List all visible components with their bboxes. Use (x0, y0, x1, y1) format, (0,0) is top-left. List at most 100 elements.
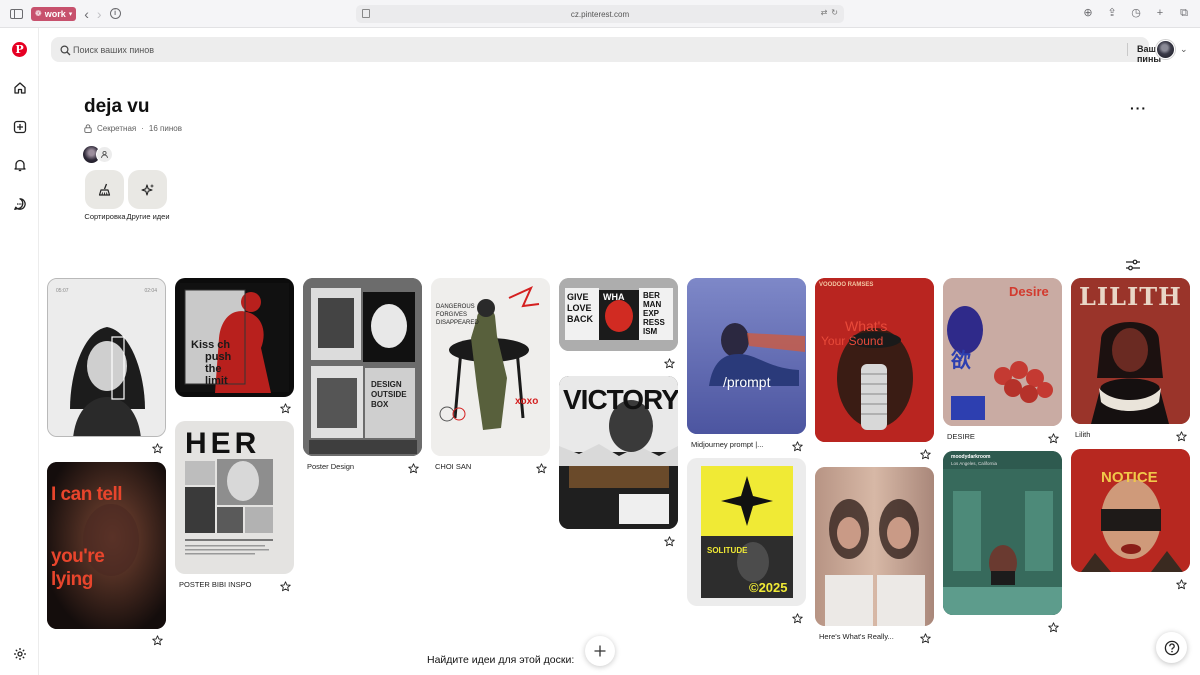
profile-switcher[interactable]: ❁ work ▾ (31, 6, 77, 21)
board-meta: Секретная · 16 пинов (84, 124, 182, 133)
create-icon[interactable] (11, 118, 28, 135)
home-icon[interactable] (11, 79, 28, 96)
pin-text: RESS (643, 318, 665, 327)
help-button[interactable] (1156, 632, 1187, 663)
pin-card[interactable]: Kiss ch push the limit (175, 278, 294, 397)
forward-arrow-icon[interactable]: › (97, 7, 102, 21)
star-icon[interactable] (152, 441, 163, 454)
star-icon[interactable] (1176, 577, 1187, 590)
pin-text: NOTICE (1101, 469, 1158, 486)
settings-gear-icon[interactable] (11, 645, 28, 662)
star-icon[interactable] (1048, 620, 1059, 633)
pin-text: SOLITUDE (707, 546, 748, 555)
pin-image (687, 278, 806, 434)
notifications-bell-icon[interactable] (11, 156, 28, 173)
new-tab-icon[interactable]: + (1154, 7, 1166, 19)
pin-card[interactable]: VICTORY (559, 376, 678, 529)
pin-card[interactable]: I can tell you're lying (47, 462, 166, 629)
reload-icon[interactable]: ↻ (831, 8, 838, 17)
star-icon[interactable] (664, 534, 675, 547)
star-icon[interactable] (1176, 429, 1187, 442)
add-ideas-button[interactable] (585, 636, 615, 666)
pinterest-logo[interactable]: P (11, 41, 28, 58)
star-icon[interactable] (792, 611, 803, 624)
pin-caption: CHOI SAN (435, 462, 472, 471)
pin-card[interactable]: /prompt (687, 278, 806, 434)
share-icon[interactable]: ⇪ (1106, 7, 1118, 19)
find-ideas-label: Найдите идеи для этой доски: (427, 654, 575, 666)
filter-settings-button[interactable] (1125, 258, 1141, 272)
pin-text: What's (845, 318, 888, 334)
pin-card[interactable]: VOODOO RAMSES What's Your Sound (815, 278, 934, 442)
question-icon (1164, 640, 1179, 655)
pin-text: BER (643, 291, 660, 300)
pin-card[interactable]: DESIGN OUTSIDE BOX (303, 278, 422, 456)
board-privacy: Секретная (97, 124, 137, 133)
pin-card[interactable]: moodydarkroom Los Angeles, California (943, 451, 1062, 615)
star-icon[interactable] (280, 579, 291, 592)
pin-card[interactable]: DANGEROUS FORGIVES DISAPPEARED xoxo (431, 278, 550, 456)
pin-text: ©2025 (749, 580, 788, 595)
sidebar-toggle-icon[interactable] (10, 8, 23, 19)
pin-text: DISAPPEARED (436, 320, 479, 326)
plus-icon (594, 645, 606, 657)
translate-icon[interactable]: ⇄ (821, 8, 828, 17)
star-icon[interactable] (792, 439, 803, 452)
pin-image (815, 278, 934, 442)
pin-text: you're (51, 546, 105, 567)
search-bar: Ваши пины ⌄ (51, 37, 1173, 64)
pin-text: FORGIVES (436, 312, 468, 318)
pin-caption: Lilith (1075, 430, 1091, 439)
pin-card[interactable]: Desire 欲 (943, 278, 1062, 426)
pin-card[interactable]: HER (175, 421, 294, 574)
pin-text: 05:07 (56, 288, 69, 294)
star-icon[interactable] (920, 447, 931, 460)
profile-label: work (44, 8, 66, 19)
more-ideas-button[interactable] (128, 170, 167, 209)
pin-text: 02:04 (144, 288, 157, 294)
star-icon[interactable] (664, 356, 675, 369)
tab-overview-icon[interactable]: ⧉ (1178, 7, 1190, 19)
pin-text: VOODOO RAMSES (819, 282, 874, 288)
messages-icon[interactable] (11, 195, 28, 212)
more-options-button[interactable]: ··· (1130, 100, 1147, 116)
board-title: deja vu (84, 96, 150, 117)
history-icon[interactable]: ◷ (1130, 7, 1142, 19)
search-input[interactable] (73, 40, 1073, 59)
url-text: cz.pinterest.com (570, 9, 630, 19)
add-collaborator-button[interactable] (96, 146, 113, 163)
address-bar[interactable]: cz.pinterest.com ⇄ ↻ (356, 5, 844, 23)
pin-text: lying (51, 569, 93, 590)
account-menu-chevron-icon[interactable]: ⌄ (1180, 44, 1188, 55)
back-arrow-icon[interactable]: ‹ (84, 7, 89, 21)
add-person-icon (101, 150, 108, 159)
pin-card[interactable] (815, 467, 934, 626)
pinterest-logo-icon: P (12, 42, 27, 57)
star-icon[interactable] (408, 461, 419, 474)
pin-card[interactable]: NOTICE (1071, 449, 1190, 572)
sparkles-icon (140, 183, 154, 196)
broom-icon (98, 183, 110, 196)
pin-text: MAN (643, 300, 662, 309)
search-icon (60, 43, 72, 56)
pin-text: Desire (1009, 284, 1049, 299)
pin-caption: Midjourney prompt |... (691, 440, 764, 449)
organize-button[interactable] (85, 170, 124, 209)
star-icon[interactable] (920, 631, 931, 644)
pin-card[interactable]: LILITH (1071, 278, 1190, 424)
pin-text: /prompt (723, 374, 771, 390)
download-icon[interactable]: ⊕ (1082, 7, 1094, 19)
pin-text: the (205, 363, 222, 375)
pin-text: Los Angeles, California (951, 461, 998, 466)
star-icon[interactable] (152, 633, 163, 646)
pin-card[interactable]: GIVE LOVE BACK WHA BER MAN EXP RESS ISM (559, 278, 678, 351)
star-icon[interactable] (536, 461, 547, 474)
star-icon[interactable] (280, 401, 291, 414)
pin-card[interactable]: 05:07 02:04 (47, 278, 166, 437)
account-avatar[interactable] (1156, 40, 1175, 59)
star-icon[interactable] (1048, 431, 1059, 444)
pin-card[interactable]: SOLITUDE ©2025 (687, 458, 806, 606)
info-icon[interactable]: i (109, 8, 121, 19)
pin-image (48, 279, 165, 436)
pin-count: 16 пинов (148, 124, 182, 133)
